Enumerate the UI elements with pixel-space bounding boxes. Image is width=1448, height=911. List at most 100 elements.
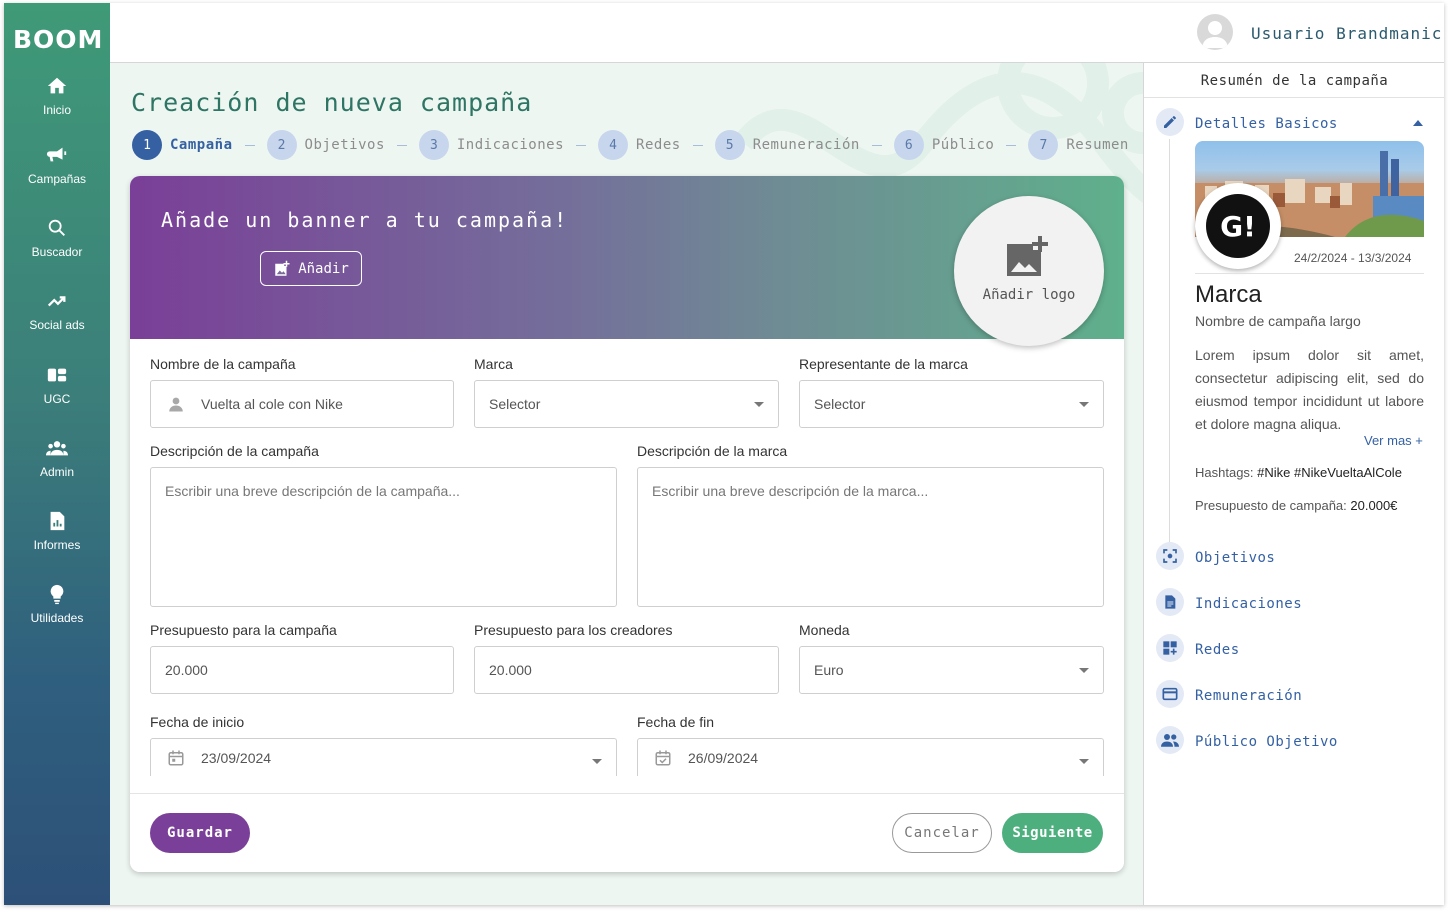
nav-item-buscador[interactable]: Buscador <box>4 217 110 261</box>
nav-label: Social ads <box>29 318 85 332</box>
step-resumen[interactable]: 7 Resumen <box>1028 130 1129 160</box>
nav-label: Campañas <box>27 172 87 186</box>
calendar-icon <box>168 750 184 765</box>
creators-budget-input[interactable]: 20.000 <box>474 646 779 694</box>
add-logo-button[interactable]: Añadir logo <box>954 196 1104 346</box>
step-campana[interactable]: 1 Campaña <box>132 130 233 160</box>
step-label: Público <box>931 137 995 153</box>
campaign-name: Nombre de campaña largo <box>1195 313 1361 329</box>
section-objetivos[interactable]: Objetivos <box>1195 550 1275 566</box>
nav-item-utilidades[interactable]: Utilidades <box>4 583 110 627</box>
brand-select-value: Selector <box>489 396 541 412</box>
next-button[interactable]: Siguiente <box>1002 813 1103 853</box>
step-separator <box>692 144 703 146</box>
timeline-line <box>1169 139 1170 549</box>
step-publico[interactable]: 6 Público <box>893 130 995 160</box>
section-indicaciones[interactable]: Indicaciones <box>1195 596 1302 612</box>
user-avatar-icon <box>1202 21 1228 48</box>
currency-label: Moneda <box>799 622 850 638</box>
credit-card-icon[interactable] <box>1156 680 1184 708</box>
nav-label: Inicio <box>42 103 71 117</box>
step-redes[interactable]: 4 Redes <box>598 130 681 160</box>
ugc-icon <box>47 368 67 382</box>
grid-add-icon[interactable] <box>1156 634 1184 662</box>
end-date-label: Fecha de fin <box>637 714 715 730</box>
people-icon[interactable] <box>1156 726 1184 754</box>
step-separator <box>1006 144 1017 146</box>
start-date-picker[interactable]: 23/09/2024 <box>150 738 617 776</box>
step-label: Remuneración <box>752 137 860 153</box>
banner-title: Añade un banner a tu campaña! <box>161 208 569 232</box>
budget-label: Presupuesto para la campaña <box>150 622 337 638</box>
rep-label: Representante de la marca <box>799 356 968 372</box>
save-button[interactable]: Guardar <box>150 813 250 853</box>
step-number: 7 <box>1028 130 1059 160</box>
top-bar: Usuario Brandmanic <box>110 3 1444 63</box>
budget-summary-value: 20.000€ <box>1350 498 1398 513</box>
chevron-up-icon[interactable] <box>1413 120 1423 126</box>
nav-item-campanas[interactable]: Campañas <box>4 144 110 188</box>
budget-value: 20.000 <box>165 662 208 678</box>
brand-label: Marca <box>474 356 513 372</box>
step-separator <box>871 144 882 146</box>
add-logo-label: Añadir logo <box>982 287 1076 303</box>
budget-row: Presupuesto de campaña: 20.000€ <box>1195 498 1397 513</box>
hashtags-value: #Nike #NikeVueltaAlCole <box>1257 465 1402 480</box>
document-icon[interactable] <box>1156 588 1184 616</box>
step-label: Indicaciones <box>456 137 565 153</box>
start-date-label: Fecha de inicio <box>150 714 245 730</box>
campaign-desc-textarea[interactable]: Escribir una breve descripción de la cam… <box>150 467 617 607</box>
sidebar: BOOM Inicio Campañas Buscador Social ads… <box>4 3 110 905</box>
step-number: 5 <box>714 130 745 160</box>
campaign-name-label: Nombre de la campaña <box>150 356 296 372</box>
nav-item-inicio[interactable]: Inicio <box>4 75 110 119</box>
nav-item-social-ads[interactable]: Social ads <box>4 290 110 334</box>
avatar[interactable] <box>1197 14 1233 50</box>
step-label: Resumen <box>1066 137 1129 153</box>
hashtags-label: Hashtags: <box>1195 465 1254 480</box>
step-separator <box>396 144 407 146</box>
brand-desc-label: Descripción de la marca <box>637 443 788 459</box>
end-date-picker[interactable]: 26/09/2024 <box>637 738 1104 776</box>
step-label: Objetivos <box>304 137 385 153</box>
divider <box>1195 273 1424 274</box>
report-icon <box>50 511 65 531</box>
step-remuneracion[interactable]: 5 Remuneración <box>714 130 860 160</box>
target-icon[interactable] <box>1156 542 1184 570</box>
banner-area[interactable]: Añade un banner a tu campaña! Añadir Aña… <box>130 176 1124 346</box>
step-separator <box>244 144 255 146</box>
nav-item-informes[interactable]: Informes <box>4 510 110 554</box>
summary-title: Resumén de la campaña <box>1144 63 1444 98</box>
calendar-check-icon <box>655 750 671 765</box>
currency-value: Euro <box>814 662 844 678</box>
brand-logo: G! <box>1195 183 1281 269</box>
end-date-value: 26/09/2024 <box>688 749 759 766</box>
campaign-desc-label: Descripción de la campaña <box>150 443 319 459</box>
rep-select[interactable]: Selector <box>799 380 1104 428</box>
section-remuneracion[interactable]: Remuneración <box>1195 688 1302 704</box>
section-publico-objetivo[interactable]: Público Objetivo <box>1195 734 1338 750</box>
step-objetivos[interactable]: 2 Objetivos <box>266 130 385 160</box>
username[interactable]: Usuario Brandmanic <box>1251 24 1442 43</box>
step-label: Campaña <box>170 137 233 153</box>
cancel-button[interactable]: Cancelar <box>892 813 992 853</box>
see-more-link[interactable]: Ver mas + <box>1364 433 1423 448</box>
budget-summary-label: Presupuesto de campaña: <box>1195 498 1347 513</box>
campaign-name-input[interactable]: Vuelta al cole con Nike <box>150 380 454 428</box>
section-redes[interactable]: Redes <box>1195 642 1240 658</box>
nav-item-ugc[interactable]: UGC <box>4 364 110 408</box>
edit-icon[interactable] <box>1156 108 1184 136</box>
budget-input[interactable]: 20.000 <box>150 646 454 694</box>
step-indicaciones[interactable]: 3 Indicaciones <box>418 130 565 160</box>
nav-label: Informes <box>33 538 81 552</box>
nav-item-admin[interactable]: Admin <box>4 437 110 481</box>
currency-select[interactable]: Euro <box>799 646 1104 694</box>
add-banner-button[interactable]: Añadir <box>260 251 362 286</box>
brand-desc-textarea[interactable]: Escribir una breve descripción de la mar… <box>637 467 1104 607</box>
form-area: Nombre de la campaña Vuelta al cole con … <box>130 339 1124 776</box>
step-label: Redes <box>636 137 681 153</box>
brand-select[interactable]: Selector <box>474 380 779 428</box>
basic-details-toggle[interactable]: Detalles Basicos <box>1195 116 1338 132</box>
app-logo[interactable]: BOOM <box>13 25 103 54</box>
nav-label: Buscador <box>31 245 83 259</box>
